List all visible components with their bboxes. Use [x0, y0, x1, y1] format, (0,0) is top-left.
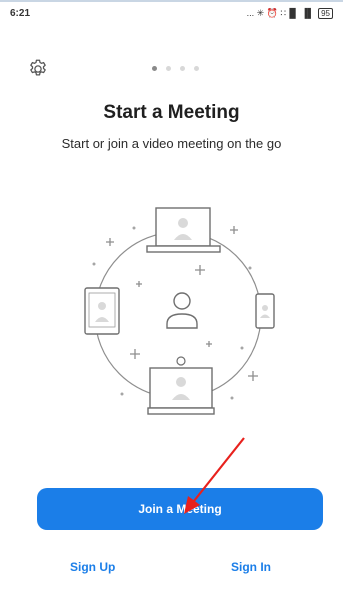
gear-icon[interactable]	[27, 58, 49, 80]
page-indicator	[152, 66, 199, 71]
status-icons: ... ✳ ⏰ ∷▐▌ ▐▌ 95	[246, 7, 333, 19]
page-subtitle: Start or join a video meeting on the go	[61, 136, 282, 151]
page-dot-3[interactable]	[180, 66, 185, 71]
join-meeting-button[interactable]: Join a Meeting	[37, 488, 323, 530]
page-dot-1[interactable]	[152, 66, 157, 71]
page-dot-2[interactable]	[166, 66, 171, 71]
sign-in-link[interactable]: Sign In	[231, 560, 271, 574]
page-title: Start a Meeting	[103, 102, 240, 123]
devices-circle-illustration	[84, 207, 275, 415]
status-bar: 6:21 ... ✳ ⏰ ∷▐▌ ▐▌ 95	[0, 0, 343, 24]
sign-up-link[interactable]: Sign Up	[70, 560, 115, 574]
page-dot-4[interactable]	[194, 66, 199, 71]
battery-icon: 95	[318, 7, 333, 19]
signal-icons: ... ✳ ⏰ ∷▐▌ ▐▌	[246, 7, 315, 18]
status-time: 6:21	[10, 7, 31, 19]
